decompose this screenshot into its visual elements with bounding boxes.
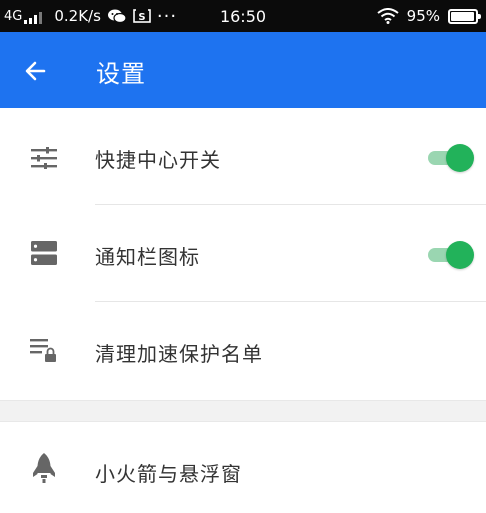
section-divider — [0, 400, 486, 422]
svg-text:S: S — [138, 12, 145, 23]
battery-percent: 95% — [406, 7, 440, 25]
setting-label: 清理加速保护名单 — [95, 342, 263, 366]
battery-icon — [448, 8, 481, 24]
setting-row-rocket-floating-window[interactable]: 小火箭与悬浮窗 — [0, 422, 486, 513]
status-right: 95% — [377, 0, 481, 32]
setting-label: 通知栏图标 — [95, 245, 200, 269]
sliders-icon — [30, 144, 58, 172]
more-notifications: ··· — [156, 5, 178, 27]
app-bar: 设置 — [0, 32, 486, 108]
status-left: 4G 0.2K/s S ··· — [4, 0, 177, 32]
list-lock-icon — [30, 336, 58, 364]
battery-fill — [451, 11, 474, 21]
wechat-icon — [107, 8, 127, 24]
status-bar: 4G 0.2K/s S ··· 16:50 95% — [0, 0, 486, 32]
signal-icon — [24, 11, 43, 24]
network-type: 4G — [4, 8, 23, 24]
notification-icon-toggle[interactable] — [428, 241, 474, 269]
toggle-knob — [446, 241, 474, 269]
network-indicator: 4G — [4, 8, 43, 24]
rocket-icon — [30, 453, 58, 483]
page-title: 设置 — [96, 60, 146, 88]
setting-label: 快捷中心开关 — [95, 148, 221, 172]
setting-label: 小火箭与悬浮窗 — [95, 462, 242, 486]
wifi-icon — [377, 8, 399, 24]
s-box-icon: S — [133, 8, 151, 24]
setting-row-cleanup-whitelist[interactable]: 清理加速保护名单 — [0, 302, 486, 398]
quick-center-toggle[interactable] — [428, 144, 474, 172]
back-arrow-icon[interactable] — [20, 56, 50, 86]
notification-bar-icon — [30, 239, 58, 267]
toggle-knob — [446, 144, 474, 172]
setting-row-notification-icon[interactable]: 通知栏图标 — [0, 205, 486, 302]
setting-row-quick-center[interactable]: 快捷中心开关 — [0, 108, 486, 205]
network-speed: 0.2K/s — [54, 7, 101, 25]
